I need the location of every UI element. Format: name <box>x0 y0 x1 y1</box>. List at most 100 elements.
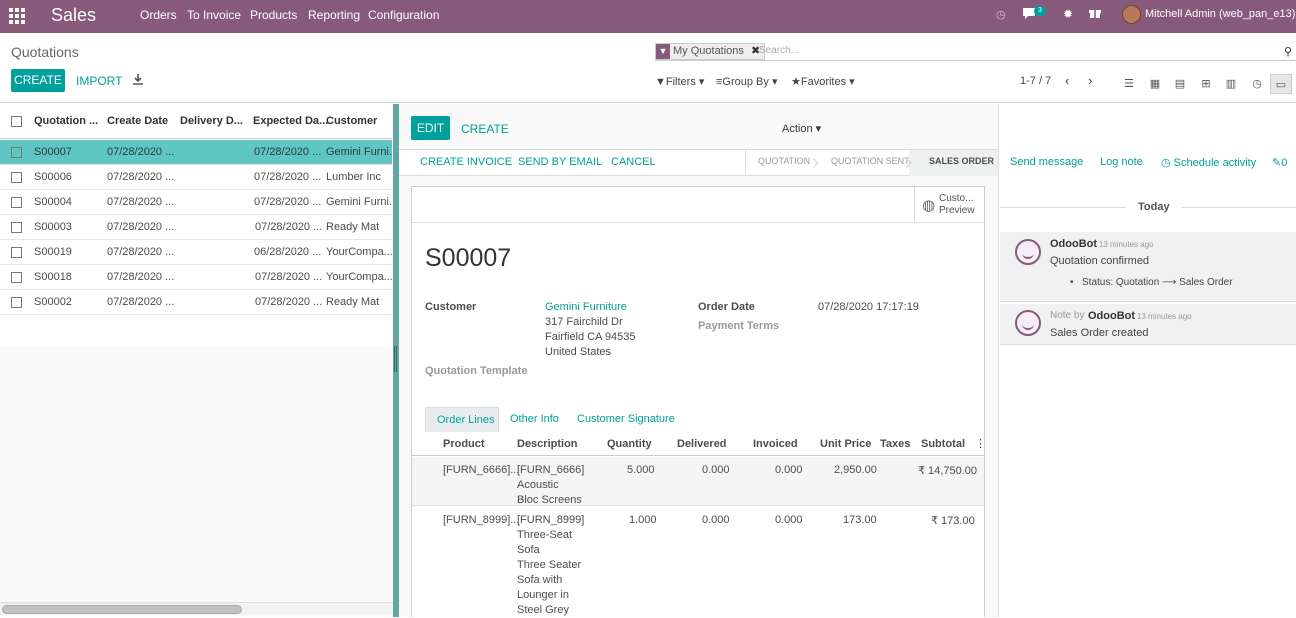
debug-bug-icon[interactable]: ✹ <box>1063 7 1073 21</box>
gift-icon[interactable] <box>1089 7 1101 22</box>
menu-orders[interactable]: Orders <box>140 8 177 22</box>
message-author[interactable]: OdooBot <box>1088 310 1135 322</box>
activity-clock-icon[interactable]: ◷ <box>996 8 1006 21</box>
group-by-dropdown[interactable]: ≡Group By ▾ <box>716 75 777 88</box>
col-expected-date[interactable]: Expected Da... <box>253 115 328 127</box>
preview-label-1: Custo... <box>939 193 974 204</box>
row-expected-date: 07/28/2020 ... <box>254 196 322 208</box>
send-message-button[interactable]: Send message <box>1010 156 1083 168</box>
stage-arrow-icon: › <box>905 149 913 174</box>
search-facet-my-quotations: ▼ My Quotations ✖ <box>655 43 766 60</box>
table-row[interactable]: S00004 07/28/2020 ... 07/28/2020 ... Gem… <box>0 190 392 215</box>
create-button[interactable]: CREATE <box>11 69 65 92</box>
customer-link[interactable]: Gemini Furniture <box>545 301 627 313</box>
row-checkbox[interactable] <box>11 297 22 308</box>
row-expected-date: 06/28/2020 ... <box>254 246 322 258</box>
send-email-button[interactable]: SEND BY EMAIL <box>518 156 602 168</box>
row-customer: YourCompa... <box>326 271 392 283</box>
create-invoice-button[interactable]: CREATE INVOICE <box>420 156 512 168</box>
stage-sales-order[interactable]: SALES ORDER <box>929 156 994 166</box>
tab-customer-signature[interactable]: Customer Signature <box>577 413 675 425</box>
optional-columns-icon[interactable]: ⋮ <box>975 437 986 450</box>
scrollbar-thumb[interactable] <box>2 605 242 614</box>
row-checkbox[interactable] <box>11 147 22 158</box>
table-row[interactable]: S00019 07/28/2020 ... 06/28/2020 ... You… <box>0 240 392 265</box>
col-subtotal: Subtotal <box>921 438 965 450</box>
col-delivered: Delivered <box>677 438 727 450</box>
user-menu[interactable]: Mitchell Admin (web_pan_e13) <box>1145 8 1295 20</box>
filters-dropdown[interactable]: ▼Filters ▾ <box>655 75 704 88</box>
search-input[interactable]: Search... <box>759 45 799 56</box>
import-button[interactable]: IMPORT <box>76 74 122 88</box>
splitter-grip[interactable] <box>394 346 397 372</box>
col-invoiced: Invoiced <box>753 438 798 450</box>
col-quotation-number[interactable]: Quotation ... <box>34 115 98 127</box>
row-checkbox[interactable] <box>11 197 22 208</box>
list-view-icon[interactable]: ☰ <box>1118 74 1140 94</box>
row-checkbox[interactable] <box>11 222 22 233</box>
row-checkbox[interactable] <box>11 172 22 183</box>
note-prefix: Note by <box>1050 310 1085 321</box>
apps-menu-icon[interactable] <box>9 8 26 25</box>
app-title[interactable]: Sales <box>51 5 96 26</box>
table-row[interactable]: [FURN_6666]... [FURN_6666] Acoustic Bloc… <box>412 457 984 506</box>
action-dropdown[interactable]: Action ▾ <box>782 122 821 135</box>
row-checkbox[interactable] <box>11 247 22 258</box>
menu-reporting[interactable]: Reporting <box>308 8 360 22</box>
order-date-value[interactable]: 07/28/2020 17:17:19 <box>818 301 919 313</box>
table-row[interactable]: S00007 07/28/2020 ... 07/28/2020 ... Gem… <box>0 140 392 165</box>
cancel-button[interactable]: CANCEL <box>611 156 656 168</box>
attachment-count: 0 <box>1281 157 1288 169</box>
line-description: [FURN_8999] <box>517 514 585 526</box>
menu-to-invoice[interactable]: To Invoice <box>187 8 241 22</box>
action-label: Action <box>782 123 813 135</box>
select-all-checkbox[interactable] <box>11 116 22 127</box>
table-row[interactable]: S00003 07/28/2020 ... 07/28/2020 ... Rea… <box>0 215 392 240</box>
tab-other-info[interactable]: Other Info <box>510 413 559 425</box>
menu-products[interactable]: Products <box>250 8 297 22</box>
log-note-button[interactable]: Log note <box>1100 156 1143 168</box>
stage-quotation-sent[interactable]: QUOTATION SENT <box>831 156 910 166</box>
form-create-button[interactable]: CREATE <box>461 122 509 136</box>
kanban-view-icon[interactable]: ▦ <box>1144 74 1166 94</box>
favorites-dropdown[interactable]: ★Favorites ▾ <box>791 75 855 88</box>
table-row[interactable]: S00002 07/28/2020 ... 07/28/2020 ... Rea… <box>0 290 392 315</box>
edit-button[interactable]: EDIT <box>411 116 450 140</box>
col-delivery-date[interactable]: Delivery D... <box>180 115 243 127</box>
col-unit-price: Unit Price <box>820 438 872 450</box>
filters-label: Filters <box>665 76 696 88</box>
user-avatar[interactable] <box>1122 5 1141 24</box>
message-author[interactable]: OdooBot <box>1050 238 1097 250</box>
search-icon[interactable]: ⚲ <box>1284 45 1292 58</box>
tab-order-lines[interactable]: Order Lines <box>425 407 499 432</box>
row-number: S00002 <box>34 296 72 308</box>
activity-view-icon[interactable]: ◷ <box>1246 74 1268 94</box>
calendar-view-icon[interactable]: ▤ <box>1169 74 1191 94</box>
table-row[interactable]: S00006 07/28/2020 ... 07/28/2020 ... Lum… <box>0 165 392 190</box>
pager-next-icon[interactable]: › <box>1088 73 1092 88</box>
customer-label: Customer <box>425 301 477 313</box>
message-body: Sales Order created <box>1050 327 1149 339</box>
list-header: Quotation ... Create Date Delivery D... … <box>0 109 392 139</box>
graph-view-icon[interactable]: ▥ <box>1220 74 1242 94</box>
customer-preview-button[interactable]: ◍ Custo... Preview <box>914 187 985 222</box>
col-customer[interactable]: Customer <box>326 115 377 127</box>
message-tracking: Status: Quotation ⟶ Sales Order <box>1082 277 1233 288</box>
pivot-view-icon[interactable]: ⊞ <box>1195 74 1217 94</box>
form-view-icon[interactable]: ▭ <box>1270 74 1292 94</box>
table-row[interactable]: S00018 07/28/2020 ... 07/28/2020 ... You… <box>0 265 392 290</box>
download-icon[interactable] <box>133 74 143 88</box>
list-empty-area <box>0 347 392 617</box>
horizontal-scrollbar[interactable] <box>0 602 393 615</box>
chat-count-badge: 3 <box>1034 6 1046 16</box>
row-create-date: 07/28/2020 ... <box>107 171 175 183</box>
pager-previous-icon[interactable]: ‹ <box>1065 73 1069 88</box>
menu-configuration[interactable]: Configuration <box>368 8 439 22</box>
table-row[interactable]: [FURN_8999]... [FURN_8999] Three-Seat So… <box>412 507 984 618</box>
row-checkbox[interactable] <box>11 272 22 283</box>
stage-quotation[interactable]: QUOTATION <box>758 156 810 166</box>
schedule-activity-button[interactable]: ◷ Schedule activity <box>1161 156 1256 169</box>
pager-value[interactable]: 1-7 / 7 <box>1020 75 1051 87</box>
col-create-date[interactable]: Create Date <box>107 115 168 127</box>
attachments-button[interactable]: ✎0 <box>1272 156 1287 169</box>
